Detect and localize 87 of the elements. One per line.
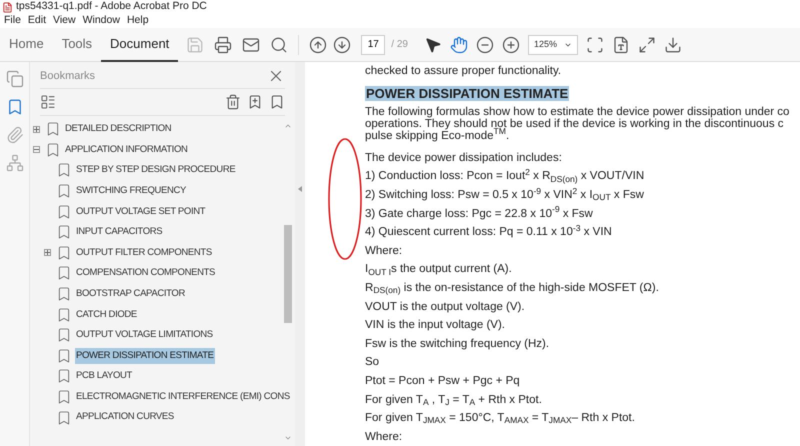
bookmark-icon xyxy=(56,389,72,406)
paperclip-icon[interactable] xyxy=(6,126,24,144)
bookmark-item[interactable]: APPLICATION INFORMATION xyxy=(64,142,188,158)
window-title: tps54331-q1.pdf - Adobe Acrobat Pro DC xyxy=(16,0,207,14)
page-icon[interactable] xyxy=(612,36,630,54)
bookmark-icon xyxy=(56,183,72,200)
text-line: 1) Conduction loss: Pcon = Iout$^{2}$ x R$_{DS(on)}$ x VOUT/VIN xyxy=(365,169,644,184)
text-line: For given T$_{A}$ , T$_{J}$ = T$_{A}$ + Rth x Ptot. xyxy=(365,392,542,407)
zoom-in-icon[interactable] xyxy=(502,36,520,54)
text-line: VOUT is the output voltage (V). xyxy=(365,300,525,314)
panel-title: Bookmarks xyxy=(40,68,96,84)
scroll-up-icon[interactable] xyxy=(284,122,292,130)
zoom-dropdown[interactable]: 125% xyxy=(528,34,578,54)
bookmark-item[interactable]: DETAILED DESCRIPTION xyxy=(64,121,172,138)
bookmark-item[interactable]: INPUT CAPACITORS xyxy=(75,224,164,240)
bookmark-item[interactable]: OUTPUT VOLTAGE LIMITATIONS xyxy=(75,327,214,344)
mail-icon[interactable] xyxy=(242,36,260,54)
text-line: Fsw is the switching frequency (Hz). xyxy=(365,336,550,351)
bookmark-item[interactable]: CATCH DIODE xyxy=(75,306,138,323)
bookmark-icon xyxy=(56,286,72,302)
bookmark-icon xyxy=(56,162,72,178)
bookmark-item[interactable]: BOOTSTRAP CAPACITOR xyxy=(75,286,186,302)
bookmark-icon xyxy=(56,244,72,261)
bookmark-icon xyxy=(56,224,72,240)
bookmark-icon xyxy=(45,142,61,158)
expand-icon[interactable] xyxy=(44,249,50,256)
paragraph-line: pulse skipping Eco-mode$^{TM}$. xyxy=(365,130,510,142)
text-line: So xyxy=(365,355,380,370)
bookmark-icon xyxy=(56,306,72,323)
bookmark-item[interactable]: SWITCHING FREQUENCY xyxy=(75,182,187,200)
tab[interactable]: Home xyxy=(0,28,53,62)
bookmark-item[interactable]: ELECTROMAGNETIC INTERFERENCE (EMI) CONS xyxy=(75,388,291,406)
text-line: checked to assure proper functionality. xyxy=(365,64,562,78)
menu-item[interactable]: View xyxy=(53,13,76,29)
trash-icon[interactable] xyxy=(225,94,241,110)
text-line: 4) Quiescent current loss: Pq = 0.11 x 10$^{-3}$ x VIN xyxy=(365,225,612,240)
menu-item[interactable]: File xyxy=(4,13,21,29)
bookmark-icon xyxy=(56,368,72,384)
tab[interactable]: Tools xyxy=(52,28,102,62)
add-bookmark-icon[interactable] xyxy=(247,94,263,110)
menu-item[interactable]: Edit xyxy=(28,13,46,29)
text-line: Where: xyxy=(365,244,402,258)
search-icon[interactable] xyxy=(270,36,288,54)
bookmark-item[interactable]: STEP BY STEP DESIGN PROCEDURE xyxy=(75,162,236,179)
bookmark-icon xyxy=(45,121,61,138)
pointer-icon[interactable] xyxy=(424,36,442,54)
bookmark-icon xyxy=(56,348,72,364)
text-line: The device power dissipation includes: xyxy=(365,150,562,165)
bookmark-icon xyxy=(56,327,72,344)
fit-page-icon[interactable] xyxy=(586,36,604,54)
zoom-out-icon[interactable] xyxy=(476,36,494,54)
scrollbar-thumb[interactable] xyxy=(284,225,292,323)
text-line: Where: xyxy=(365,430,402,444)
section-heading: POWER DISSIPATION ESTIMATE xyxy=(365,86,570,101)
bookmark-item[interactable]: POWER DISSIPATION ESTIMATE xyxy=(75,348,215,364)
printer-icon[interactable] xyxy=(214,36,232,54)
menu-item[interactable]: Help xyxy=(126,13,149,29)
text-line: For given T$_{JMAX}$ = 150°C, T$_{AMAX}$ = T$_{JMAX}$– Rth x Ptot. xyxy=(365,411,635,426)
menu-item[interactable]: Window xyxy=(82,13,120,29)
fullscreen-icon[interactable] xyxy=(638,36,656,54)
paragraph-line: The following formulas show how to estimate the device power dissipation under co xyxy=(365,106,790,118)
page-field[interactable]: 17 xyxy=(361,34,386,54)
text-line: I$_{OUT I}$s the output current (A). xyxy=(365,262,512,276)
bookmark-icon[interactable] xyxy=(269,94,285,110)
bookmark-item[interactable]: APPLICATION CURVES xyxy=(75,409,175,426)
bookmark-icon xyxy=(56,204,72,220)
options-icon[interactable] xyxy=(40,94,56,110)
text-line: VIN is the input voltage (V). xyxy=(365,318,505,332)
pages-icon[interactable] xyxy=(6,70,24,88)
text-line: R$_{DS(on)}$ is the on-resistance of the high-side MOSFET (Ω). xyxy=(365,281,659,296)
text-line: Ptot = Pcon + Psw + Pgc + Pq xyxy=(365,374,520,388)
bookmark-icon xyxy=(56,265,72,282)
bookmark-item[interactable]: COMPENSATION COMPONENTS xyxy=(75,265,216,282)
bookmark-item[interactable]: PCB LAYOUT xyxy=(75,368,133,385)
expand-icon[interactable] xyxy=(32,126,40,133)
arrow-down-icon[interactable] xyxy=(333,36,352,54)
scroll-down-icon[interactable] xyxy=(284,434,292,442)
collapse-icon[interactable] xyxy=(32,146,40,154)
page-count: / 29 xyxy=(391,38,408,52)
pdf-icon xyxy=(2,2,13,12)
text-line: 2) Switching loss: Psw = 0.5 x 10$^{-9}$ x VIN$^{2}$ x I$_{OUT}$ x Fsw xyxy=(365,188,644,202)
arrow-up-icon[interactable] xyxy=(309,36,328,54)
hand-icon[interactable] xyxy=(450,36,468,54)
bookmark-item[interactable]: OUTPUT VOLTAGE SET POINT xyxy=(75,204,206,220)
text-line: 3) Gate charge loss: Pgc = 22.8 x 10$^{-9}$ x Fsw xyxy=(365,206,593,221)
bookmark-icon xyxy=(56,410,72,426)
bookmark-item[interactable]: OUTPUT FILTER COMPONENTS xyxy=(75,244,213,261)
